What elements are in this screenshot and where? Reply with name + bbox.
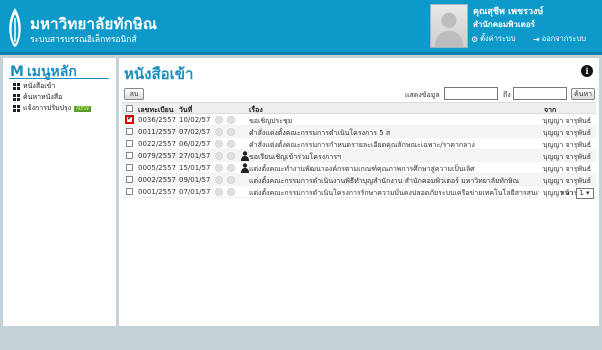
row-checkbox[interactable] bbox=[126, 176, 133, 183]
page-select-value: 1 bbox=[579, 189, 584, 197]
row-checkbox[interactable] bbox=[126, 188, 133, 195]
pager-label: หน้า bbox=[560, 189, 574, 197]
date-from-input[interactable] bbox=[444, 87, 498, 100]
row-date: 07/02/57 bbox=[179, 128, 211, 136]
status-dot-icon bbox=[215, 176, 223, 184]
user-avatar bbox=[430, 4, 468, 48]
status-dot-icon bbox=[227, 176, 235, 184]
windows-icon bbox=[13, 94, 20, 101]
sidebar-item-label: หนังสือเข้า bbox=[23, 82, 56, 90]
info-icon[interactable]: i bbox=[581, 65, 593, 77]
table-row[interactable]: 0005/2557 15/01/57 แต่งตั้งคณะทำงานพัฒนาอง… bbox=[122, 162, 596, 174]
status-dot-icon bbox=[215, 164, 223, 172]
status-dot-icon bbox=[227, 188, 235, 196]
select-all-checkbox[interactable] bbox=[126, 105, 133, 112]
status-dot-icon bbox=[227, 152, 235, 160]
page-select[interactable]: 1 ▾ bbox=[576, 188, 595, 199]
row-checkbox[interactable] bbox=[126, 114, 133, 123]
row-subject[interactable]: แต่งตั้งคณะกรรมการดำเนินโครงการรักษาความ… bbox=[249, 188, 539, 199]
table-row[interactable]: 0001/2557 07/01/57 แต่งตั้งคณะกรรมการดำเนิ… bbox=[122, 186, 596, 198]
row-number: 0005/2557 bbox=[138, 164, 176, 172]
row-number: 0079/2557 bbox=[138, 152, 176, 160]
row-number: 0036/2557 bbox=[138, 116, 176, 124]
page-title: หนังสือเข้า bbox=[124, 65, 194, 83]
row-date: 27/01/57 bbox=[179, 152, 211, 160]
status-dot-icon bbox=[227, 164, 235, 172]
logout-icon: ⇥ bbox=[533, 34, 540, 44]
settings-link[interactable]: ⚙ ตั้งค่าระบบ bbox=[471, 33, 516, 45]
app-header: มหาวิทยาลัยทักษิณ ระบบสารบรรณอิเล็กทรอนิ… bbox=[0, 0, 602, 55]
user-department: สำนักคอมพิวเตอร์ bbox=[473, 20, 535, 29]
menu-list: หนังสือเข้า ค้นหาหนังสือ แจ้งการปรับปรุง… bbox=[13, 81, 92, 114]
sidebar-item-label: ค้นหาหนังสือ bbox=[23, 93, 63, 101]
row-date: 07/01/57 bbox=[179, 188, 211, 196]
status-dot-icon bbox=[227, 128, 235, 136]
pager: หน้า 1 ▾ bbox=[560, 188, 595, 199]
menu-title: M เมนูหลัก bbox=[10, 61, 77, 83]
status-dot-icon bbox=[215, 188, 223, 196]
document-table: เลขทะเบียน วันที่ เรื่อง จาก 0036/255710… bbox=[122, 102, 596, 198]
row-number: 0022/2557 bbox=[138, 140, 176, 148]
row-date: 10/02/57 bbox=[179, 116, 211, 124]
status-dot-icon bbox=[227, 116, 235, 124]
status-dot-icon bbox=[215, 116, 223, 124]
row-checkbox[interactable] bbox=[126, 128, 133, 135]
status-dot-icon bbox=[215, 152, 223, 160]
delete-button[interactable]: ลบ bbox=[124, 88, 144, 100]
menu-divider bbox=[9, 78, 109, 79]
logout-link[interactable]: ⇥ ออกจากระบบ bbox=[533, 33, 586, 45]
row-checkbox[interactable] bbox=[126, 164, 133, 171]
user-name: คุณสุชีพ เพชรวงษ์ bbox=[473, 7, 544, 17]
row-date: 15/01/57 bbox=[179, 164, 211, 172]
person-icon bbox=[241, 163, 249, 173]
system-name: ระบบสารบรรณอิเล็กทรอนิกส์ bbox=[30, 35, 137, 45]
menu-title-text: เมนูหลัก bbox=[26, 64, 77, 80]
status-dot-icon bbox=[227, 140, 235, 148]
date-to-input[interactable] bbox=[513, 87, 567, 100]
row-number: 0002/2557 bbox=[138, 176, 176, 184]
row-number: 0001/2557 bbox=[138, 188, 176, 196]
table-header: เลขทะเบียน วันที่ เรื่อง จาก bbox=[122, 102, 596, 114]
table-row[interactable]: 0022/2557 06/02/57 คำสั่งแต่งตั้งคณะกรรมกา… bbox=[122, 138, 596, 150]
search-button[interactable]: ค้นหา bbox=[571, 88, 595, 100]
row-number: 0011/2557 bbox=[138, 128, 176, 136]
sidebar-item-updates[interactable]: แจ้งการปรับปรุง NEW bbox=[13, 103, 92, 114]
status-dot-icon bbox=[215, 140, 223, 148]
row-checkbox[interactable] bbox=[126, 140, 133, 147]
table-row[interactable]: 0011/2557 07/02/57 คำสั่งแต่งตั้งคณะกรรมกา… bbox=[122, 126, 596, 138]
table-row[interactable]: 0002/2557 09/01/57 แต่งตั้งคณะกรรมการดำเนิ… bbox=[122, 174, 596, 186]
sidebar-item-label: แจ้งการปรับปรุง bbox=[23, 104, 72, 112]
row-date: 06/02/57 bbox=[179, 140, 211, 148]
logout-label: ออกจากระบบ bbox=[541, 34, 586, 43]
row-date: 09/01/57 bbox=[179, 176, 211, 184]
sidebar-item-incoming[interactable]: หนังสือเข้า bbox=[13, 81, 91, 92]
windows-icon bbox=[13, 105, 20, 112]
sidebar-item-search[interactable]: ค้นหาหนังสือ bbox=[13, 92, 91, 103]
settings-label: ตั้งค่าระบบ bbox=[480, 34, 516, 43]
sidebar: M เมนูหลัก หนังสือเข้า ค้นหาหนังสือ แจ้ง… bbox=[3, 58, 116, 326]
row-checkbox[interactable] bbox=[126, 152, 133, 159]
new-badge: NEW bbox=[74, 105, 92, 112]
person-icon bbox=[241, 151, 249, 161]
university-logo bbox=[9, 8, 21, 47]
filter-to-label: ถึง bbox=[503, 91, 511, 99]
table-row[interactable]: 0036/255710/02/57ขอเชิญประชุมบุญญา จารุพ… bbox=[122, 114, 596, 126]
main-panel: หนังสือเข้า i ลบ แสดงข้อมูล ถึง ค้นหา เล… bbox=[119, 58, 599, 326]
status-dot-icon bbox=[215, 128, 223, 136]
filter-label: แสดงข้อมูล bbox=[405, 91, 440, 99]
windows-icon bbox=[13, 83, 20, 90]
table-row[interactable]: 0079/2557 27/01/57 ขอเรียนเชิญเข้าร่วมโครง… bbox=[122, 150, 596, 162]
gear-icon: ⚙ bbox=[471, 34, 479, 44]
